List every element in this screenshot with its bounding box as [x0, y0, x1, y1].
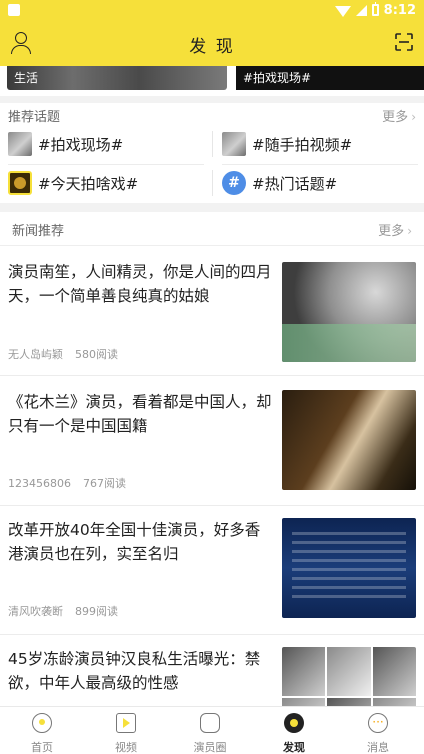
article-author: 123456806: [8, 477, 71, 490]
article-image: [282, 647, 416, 706]
discover-icon: [284, 713, 304, 733]
section-divider: [0, 203, 424, 212]
article-divider: [0, 505, 424, 506]
signal-icon: [355, 4, 367, 16]
status-time: 8:12: [383, 2, 416, 18]
wifi-icon: [334, 5, 351, 17]
message-icon: [368, 713, 388, 733]
nav-video[interactable]: 视频: [84, 707, 168, 754]
app-header: 发 现: [0, 20, 424, 66]
topic-thumb-icon: [222, 132, 246, 156]
article-image: [282, 262, 416, 362]
nav-label: 视频: [115, 741, 137, 754]
video-icon: [116, 713, 136, 733]
actor-circle-icon: [200, 713, 220, 733]
news-article[interactable]: 演员南笙，人间精灵，你是人间的四月天，一个简单善良纯真的姑娘 无人岛屿颖 580阅…: [0, 250, 424, 375]
article-title: 45岁冻龄演员钟汉良私生活曝光：禁欲，中年人最高级的性感: [8, 650, 261, 692]
news-header: 新闻推荐 更多 ›: [0, 212, 424, 246]
news-article[interactable]: 改革开放40年全国十佳演员，好多香港演员也在列，实至名归 清风吹袭断 899阅读: [0, 508, 424, 633]
chevron-right-icon: ›: [407, 224, 412, 238]
nav-label: 演员圈: [193, 741, 227, 754]
article-meta: 123456806 767阅读: [8, 475, 126, 491]
article-reads: 899阅读: [75, 605, 118, 618]
article-author: 无人岛屿颖: [8, 348, 63, 361]
status-right: 8:12: [334, 2, 416, 18]
news-more-link[interactable]: 更多 ›: [378, 220, 412, 239]
article-title: 改革开放40年全国十佳演员，好多香港演员也在列，实至名归: [8, 521, 261, 563]
topics-title: 推荐话题: [8, 110, 61, 125]
article-title: 《花木兰》演员，看着都是中国人，却只有一个是中国国籍: [8, 393, 272, 435]
scan-icon: [395, 33, 413, 51]
topic-item[interactable]: #拍戏现场#: [8, 127, 123, 161]
article-meta: 清风吹袭断 899阅读: [8, 603, 118, 619]
article-title: 演员南笙，人间精灵，你是人间的四月天，一个简单善良纯真的姑娘: [8, 263, 272, 305]
nav-discover[interactable]: 发现: [252, 707, 336, 754]
banner-card-left[interactable]: 生活: [7, 66, 227, 90]
article-image: [282, 390, 416, 490]
article-reads: 580阅读: [75, 348, 118, 361]
article-meta: 无人岛屿颖 580阅读: [8, 346, 118, 362]
topic-vertical-divider: [212, 131, 213, 157]
chevron-right-icon: ›: [411, 110, 416, 124]
hash-icon: #: [222, 171, 246, 195]
status-bar: 8:12: [0, 0, 424, 20]
banner-label: 生活: [14, 71, 39, 85]
page-title: 发 现: [189, 37, 235, 57]
nav-home[interactable]: 首页: [0, 707, 84, 754]
bottom-nav: 首页 视频 演员圈 发现 消息: [0, 706, 424, 754]
article-reads: 767阅读: [83, 477, 126, 490]
nav-label: 消息: [367, 741, 389, 754]
nav-actor-circle[interactable]: 演员圈: [168, 707, 252, 754]
topics-header: 推荐话题 更多 ›: [0, 103, 424, 125]
news-article[interactable]: 45岁冻龄演员钟汉良私生活曝光：禁欲，中年人最高级的性感: [0, 637, 424, 706]
news-article[interactable]: 《花木兰》演员，看着都是中国人，却只有一个是中国国籍 123456806 767阅…: [0, 380, 424, 505]
banner-label: #拍戏现场#: [243, 71, 312, 85]
banner-card-right[interactable]: #拍戏现场#: [236, 66, 424, 90]
topic-item[interactable]: #随手拍视频#: [222, 127, 352, 161]
home-icon: [32, 713, 52, 733]
topic-divider: [8, 164, 204, 165]
topic-item[interactable]: #今天拍啥戏#: [8, 166, 138, 200]
article-divider: [0, 375, 424, 376]
topics-more-link[interactable]: 更多 ›: [382, 106, 416, 125]
news-title: 新闻推荐: [12, 224, 65, 239]
badge-icon: [8, 171, 32, 195]
topic-vertical-divider: [212, 170, 213, 196]
scan-button[interactable]: [394, 32, 414, 52]
nav-label: 首页: [31, 741, 53, 754]
article-author: 清风吹袭断: [8, 605, 63, 618]
topic-item[interactable]: # #热门话题#: [222, 166, 337, 200]
article-divider: [0, 634, 424, 635]
notification-icon: [8, 4, 20, 16]
nav-label: 发现: [283, 741, 305, 754]
topic-divider: [222, 164, 418, 165]
article-image: [282, 518, 416, 618]
section-divider: [0, 96, 424, 103]
battery-icon: [371, 2, 379, 16]
topic-thumb-icon: [8, 132, 32, 156]
nav-messages[interactable]: 消息: [336, 707, 420, 754]
